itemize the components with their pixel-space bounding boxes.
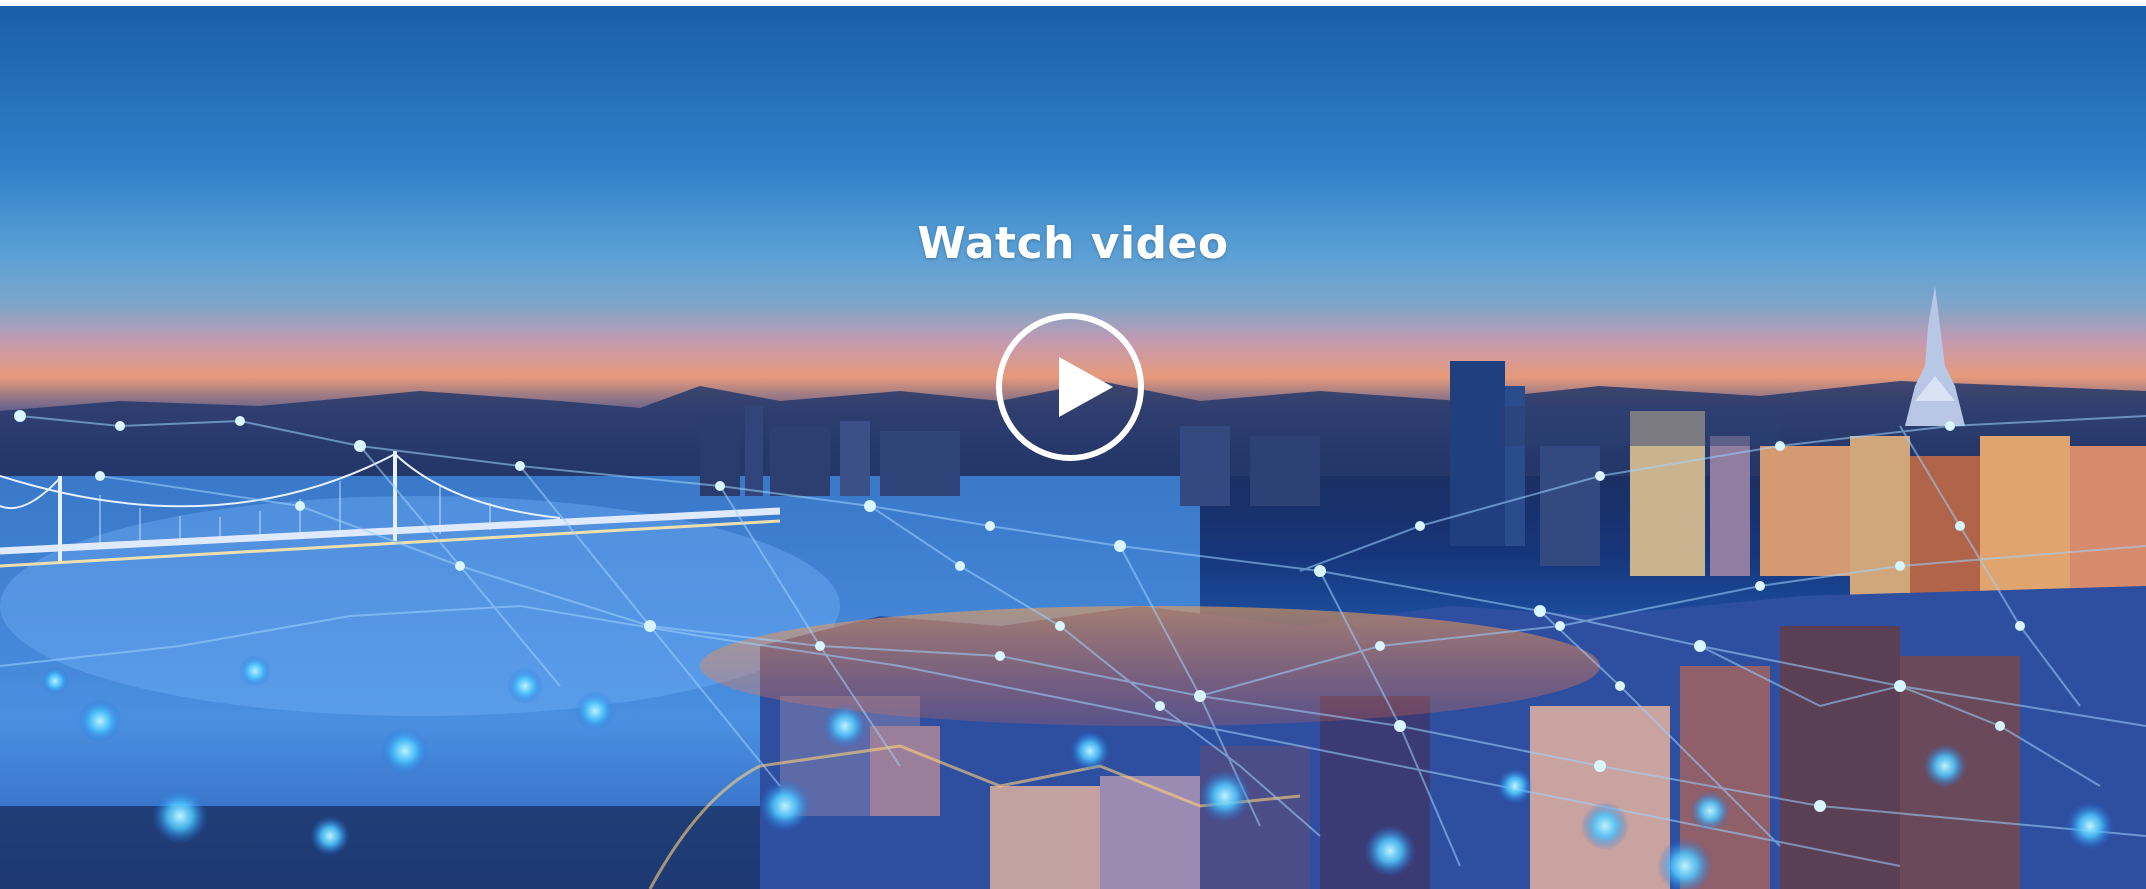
play-icon xyxy=(1059,357,1113,417)
play-video-button[interactable] xyxy=(996,313,1144,461)
video-hero-banner[interactable]: Watch video xyxy=(0,6,2146,889)
watch-video-heading: Watch video xyxy=(917,218,1229,269)
